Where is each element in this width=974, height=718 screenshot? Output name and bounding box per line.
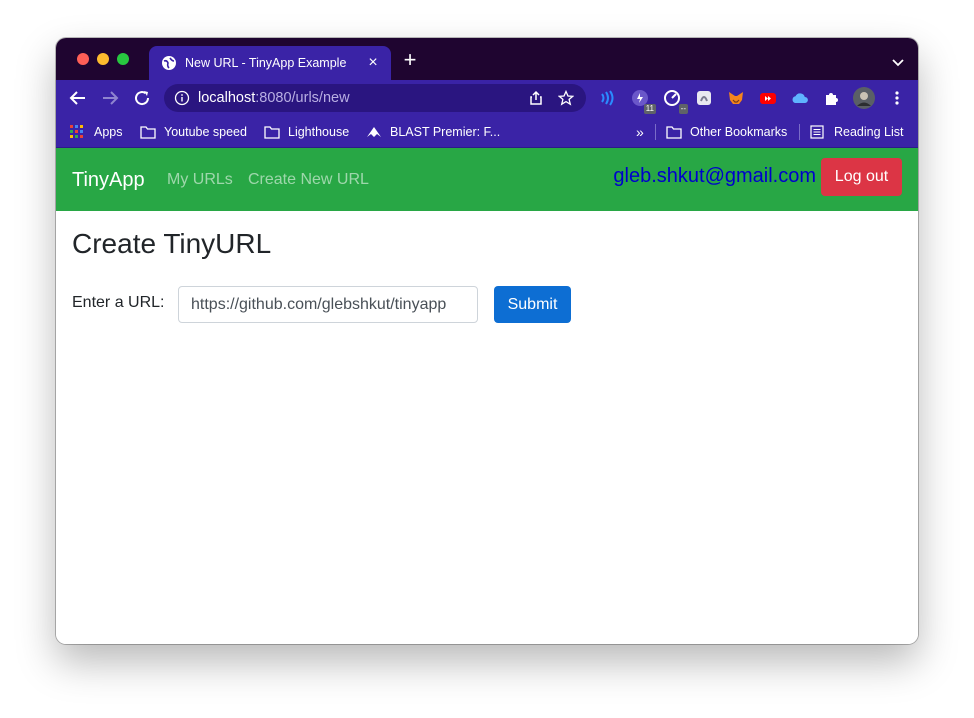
- bookmark-youtube-speed[interactable]: Youtube speed: [140, 122, 247, 142]
- logout-button[interactable]: Log out: [821, 158, 902, 196]
- share-icon[interactable]: [526, 88, 546, 108]
- url-input[interactable]: [178, 286, 478, 323]
- bookmark-apps[interactable]: Apps: [70, 122, 123, 142]
- tab-title: New URL - TinyApp Example: [185, 56, 347, 70]
- bookmark-label: Youtube speed: [164, 125, 247, 139]
- bookmark-label: Lighthouse: [288, 125, 350, 139]
- wave-extension-icon[interactable]: [596, 88, 616, 108]
- apps-grid-icon: [70, 125, 86, 139]
- blast-icon: [366, 125, 382, 139]
- submit-button[interactable]: Submit: [494, 286, 571, 323]
- close-icon[interactable]: ×: [365, 54, 381, 72]
- puzzle-icon[interactable]: [822, 88, 842, 108]
- bookmarks-bar: Apps Youtube speed Lighthouse BLAST Prem…: [56, 116, 918, 148]
- user-email: gleb.shkut@gmail.com: [613, 165, 816, 187]
- brand-link[interactable]: TinyApp: [72, 169, 145, 192]
- page-content: TinyApp My URLs Create New URL gleb.shku…: [56, 148, 918, 644]
- star-icon[interactable]: [556, 88, 576, 108]
- minimize-window-button[interactable]: [97, 53, 109, 65]
- reload-icon[interactable]: [132, 88, 152, 108]
- bookmark-separator: [655, 124, 656, 140]
- metamask-icon[interactable]: [726, 88, 746, 108]
- bookmark-reading-list[interactable]: Reading List: [810, 122, 904, 142]
- more-vert-icon[interactable]: [887, 88, 907, 108]
- nav-my-urls[interactable]: My URLs: [167, 171, 233, 189]
- plus-icon[interactable]: +: [400, 49, 420, 71]
- bookmark-separator: [799, 124, 800, 140]
- tab-active[interactable]: New URL - TinyApp Example ×: [149, 46, 391, 80]
- address-bar[interactable]: localhost:8080/urls/new: [164, 84, 586, 112]
- globe-icon: [161, 55, 177, 71]
- bookmark-label: Reading List: [834, 125, 904, 139]
- tab-strip: New URL - TinyApp Example × +: [56, 38, 918, 80]
- cloud-icon[interactable]: [790, 88, 810, 108]
- youtube-extension-icon[interactable]: [758, 88, 778, 108]
- bookmark-label: Apps: [94, 125, 123, 139]
- extension-badge: --: [678, 104, 688, 114]
- profile-avatar[interactable]: [853, 87, 875, 109]
- url-text: localhost:8080/urls/new: [198, 90, 516, 106]
- bookmark-other[interactable]: Other Bookmarks: [666, 122, 787, 142]
- url-host: localhost: [198, 90, 256, 106]
- extension-icon-3[interactable]: [694, 88, 714, 108]
- bookmark-label: Other Bookmarks: [690, 125, 788, 139]
- browser-window: New URL - TinyApp Example × + localhost:…: [56, 38, 918, 644]
- nav-create-new-url[interactable]: Create New URL: [248, 171, 369, 189]
- folder-icon: [666, 125, 682, 139]
- forward-arrow-icon[interactable]: [100, 88, 120, 108]
- bookmark-lighthouse[interactable]: Lighthouse: [264, 122, 349, 142]
- reading-list-icon: [810, 125, 826, 139]
- chevron-down-icon[interactable]: [892, 55, 904, 67]
- page-title: Create TinyURL: [72, 228, 272, 259]
- close-window-button[interactable]: [77, 53, 89, 65]
- bookmark-blast[interactable]: BLAST Premier: F...: [366, 122, 500, 142]
- bookmark-label: BLAST Premier: F...: [390, 125, 501, 139]
- url-path: :8080/urls/new: [255, 90, 350, 106]
- extension-badge: 11: [643, 104, 656, 114]
- url-field-label: Enter a URL:: [72, 294, 165, 311]
- folder-icon: [140, 125, 156, 139]
- maximize-window-button[interactable]: [117, 53, 129, 65]
- browser-toolbar: localhost:8080/urls/new 11 --: [56, 80, 918, 116]
- app-navbar: TinyApp My URLs Create New URL gleb.shku…: [56, 148, 918, 211]
- info-icon[interactable]: [174, 90, 190, 106]
- extension-icon-2[interactable]: --: [662, 88, 688, 114]
- folder-icon: [264, 125, 280, 139]
- more-bookmarks-chevron-icon[interactable]: »: [636, 122, 644, 142]
- extension-icon-1[interactable]: 11: [630, 88, 656, 114]
- back-arrow-icon[interactable]: [68, 88, 88, 108]
